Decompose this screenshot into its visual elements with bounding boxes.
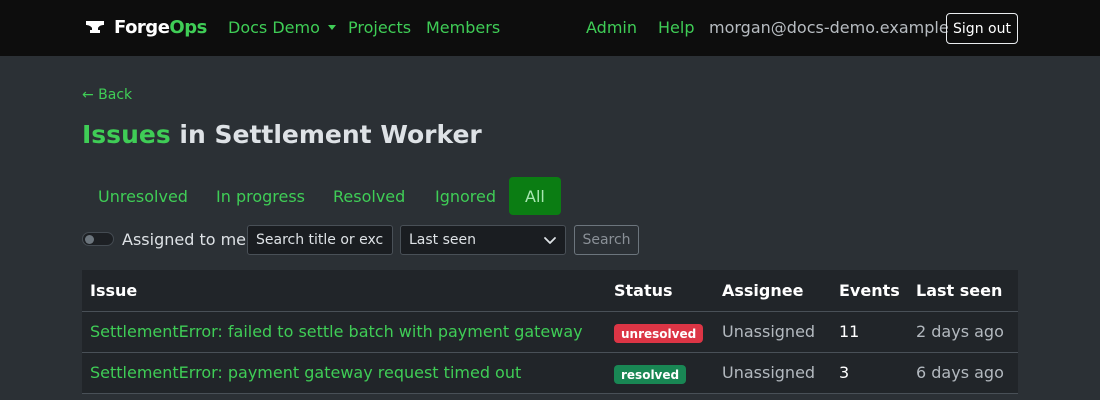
org-dropdown-menu[interactable]: Docs Demo <box>228 18 336 37</box>
header-events: Events <box>839 281 900 300</box>
assignee-cell: Unassigned <box>722 363 816 382</box>
brand-logo-link[interactable]: ForgeOps <box>84 16 207 38</box>
user-email: morgan@docs-demo.example <box>709 18 949 37</box>
tab-in-progress[interactable]: In progress <box>200 177 321 215</box>
table-header: Issue Status Assignee Events Last seen <box>82 270 1018 312</box>
tab-resolved[interactable]: Resolved <box>317 177 421 215</box>
status-badge: resolved <box>614 365 687 384</box>
anvil-icon <box>84 16 106 38</box>
back-link[interactable]: ← Back <box>82 87 132 103</box>
top-navbar: ForgeOps Docs Demo Projects Members Admi… <box>0 0 1100 56</box>
header-status: Status <box>614 281 673 300</box>
nav-projects-link[interactable]: Projects <box>348 18 411 37</box>
table-row: SettlementError: failed to settle batch … <box>82 312 1018 353</box>
table-row: SettlementError: payment gateway request… <box>82 353 1018 394</box>
assignee-cell: Unassigned <box>722 322 816 341</box>
brand-name: ForgeOps <box>114 16 207 38</box>
sort-select[interactable]: Last seen <box>400 225 566 255</box>
tab-all[interactable]: All <box>509 177 561 215</box>
page-title-rest: in Settlement Worker <box>170 120 482 149</box>
status-badge: unresolved <box>614 324 704 343</box>
nav-help-link[interactable]: Help <box>658 18 694 37</box>
caret-down-icon <box>327 25 336 30</box>
issue-link[interactable]: SettlementError: failed to settle batch … <box>90 322 583 341</box>
toggle-knob <box>85 235 94 244</box>
issues-table: Issue Status Assignee Events Last seen S… <box>82 270 1018 394</box>
search-button[interactable]: Search <box>574 225 639 255</box>
header-last-seen: Last seen <box>916 281 1003 300</box>
tab-ignored[interactable]: Ignored <box>419 177 512 215</box>
nav-admin-link[interactable]: Admin <box>586 18 637 37</box>
header-issue: Issue <box>90 281 138 300</box>
chevron-down-icon <box>543 233 557 247</box>
events-cell: 3 <box>839 363 850 382</box>
last-seen-cell: 2 days ago <box>916 322 1004 341</box>
page-title-accent: Issues <box>82 120 171 149</box>
page-title: Issues in Settlement Worker <box>82 120 482 149</box>
events-cell: 11 <box>839 322 860 341</box>
assigned-to-me-label: Assigned to me <box>122 230 247 249</box>
header-assignee: Assignee <box>722 281 804 300</box>
sort-select-value: Last seen <box>409 232 477 248</box>
issue-link[interactable]: SettlementError: payment gateway request… <box>90 363 521 382</box>
last-seen-cell: 6 days ago <box>916 363 1004 382</box>
tab-unresolved[interactable]: Unresolved <box>82 177 204 215</box>
assigned-to-me-toggle[interactable] <box>82 232 114 246</box>
sign-out-button[interactable]: Sign out <box>946 13 1018 44</box>
search-input[interactable] <box>247 225 393 255</box>
nav-members-link[interactable]: Members <box>426 18 500 37</box>
